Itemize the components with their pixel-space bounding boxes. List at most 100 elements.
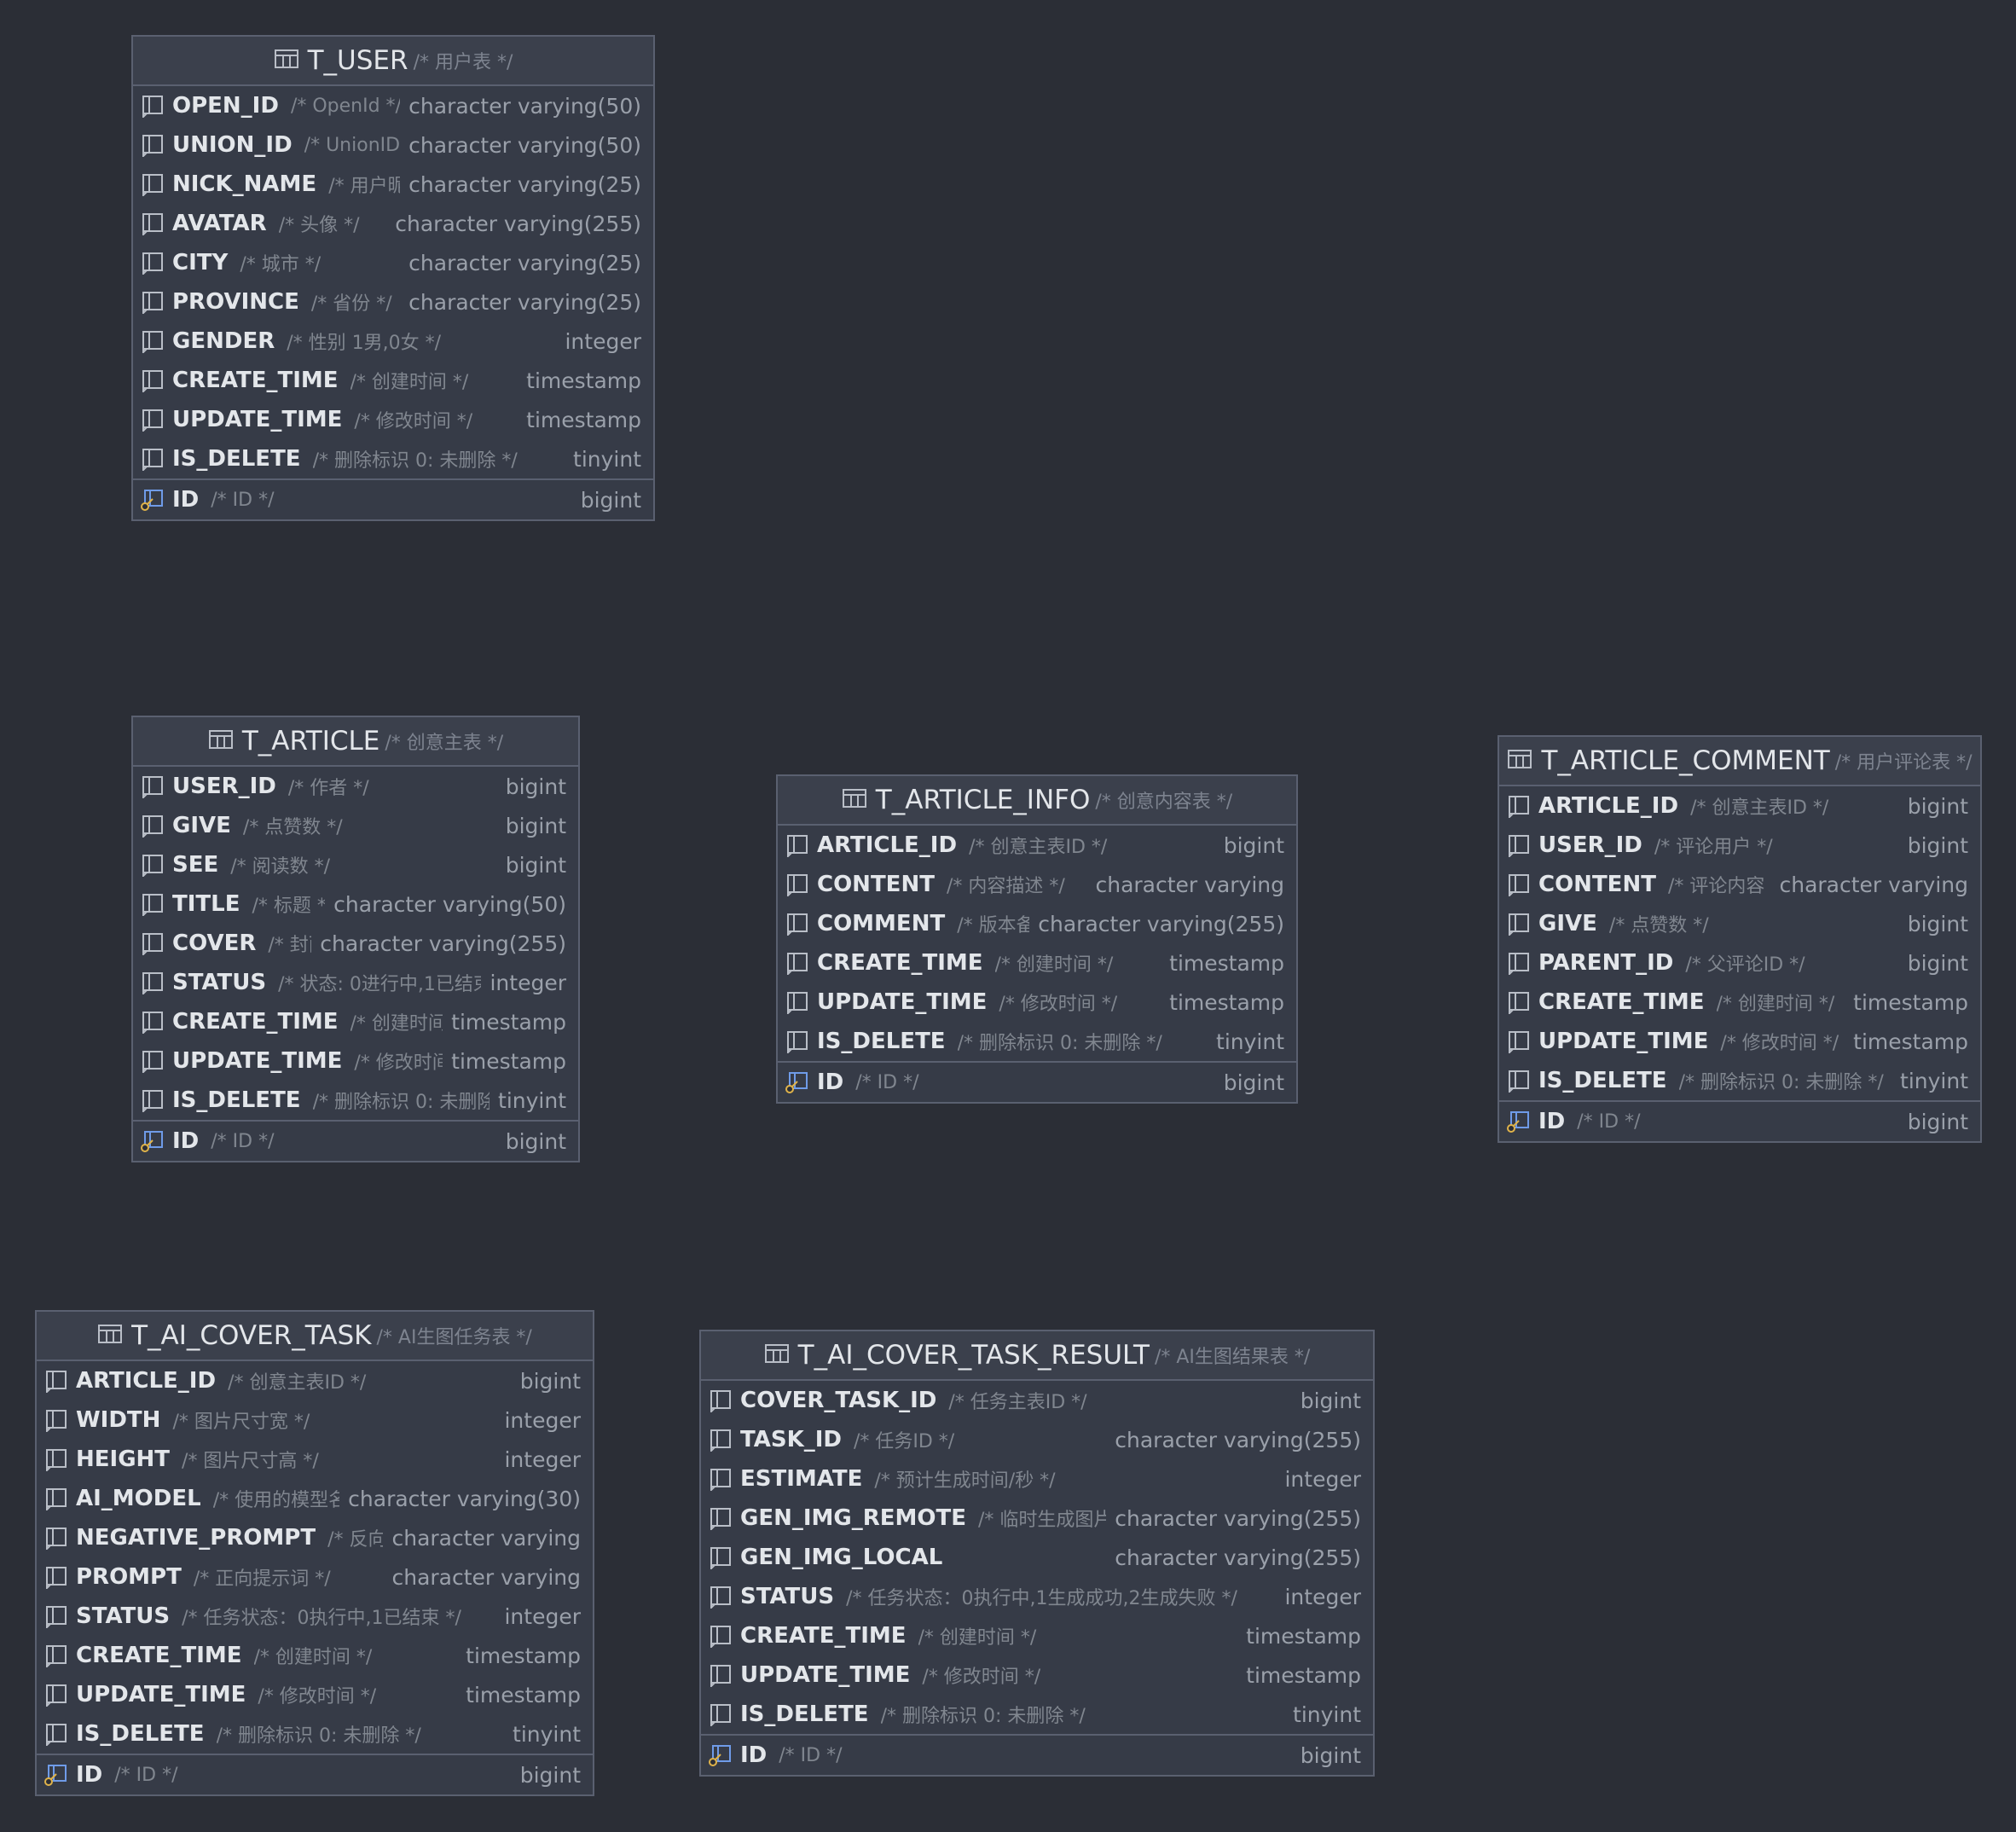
primary-key-icon [140, 1129, 165, 1153]
table-comment: /* 创意内容表 */ [1095, 791, 1233, 813]
table-t-user[interactable]: T_USER/* 用户表 */ OPEN_ID /* OpenId */ charac… [131, 35, 655, 521]
column-row[interactable]: IS_DELETE /* 删除标识 0: 未删除 */ tinyint [133, 439, 653, 478]
column-row[interactable]: UPDATE_TIME /* 修改时间 */ timestamp [133, 1041, 578, 1081]
table-t-article-info[interactable]: T_ARTICLE_INFO/* 创意内容表 */ ARTICLE_ID /* 创意… [776, 774, 1298, 1104]
column-row[interactable]: OPEN_ID /* OpenId */ character varying(50) [133, 86, 653, 125]
column-row[interactable]: STATUS /* 任务状态：0执行中,1已结束 */ integer [37, 1597, 593, 1636]
column-type: bigint [1907, 1109, 1968, 1134]
column-name: CREATE_TIME [172, 1009, 339, 1035]
column-row[interactable]: CONTENT /* 内容描述 */ character varying [778, 865, 1296, 904]
column-type: character varying(255) [395, 211, 641, 236]
table-header[interactable]: T_ARTICLE_INFO/* 创意内容表 */ [778, 776, 1296, 826]
column-icon [1506, 951, 1532, 975]
column-row[interactable]: ARTICLE_ID /* 创意主表ID */ bigint [1499, 786, 1980, 826]
column-row[interactable]: ARTICLE_ID /* 创意主表ID */ bigint [37, 1361, 593, 1400]
column-icon [1506, 912, 1532, 936]
column-name: UPDATE_TIME [76, 1682, 246, 1707]
column-row[interactable]: PROMPT /* 正向提示词 */ character varying [37, 1557, 593, 1597]
column-row[interactable]: GIVE /* 点赞数 */ bigint [1499, 904, 1980, 943]
table-icon [208, 729, 234, 753]
column-type: bigint [1907, 832, 1968, 858]
column-row[interactable]: COVER_TASK_ID /* 任务主表ID */ bigint [701, 1381, 1373, 1420]
column-icon [708, 1545, 733, 1569]
column-row[interactable]: SEE /* 阅读数 */ bigint [133, 845, 578, 884]
table-header[interactable]: T_ARTICLE_COMMENT/* 用户评论表 */ [1499, 737, 1980, 786]
column-row[interactable]: PARENT_ID /* 父评论ID */ bigint [1499, 943, 1980, 983]
column-row[interactable]: STATUS /* 状态: 0进行中,1已结束 */ integer [133, 963, 578, 1002]
column-row[interactable]: GEN_IMG_LOCAL character varying(255) [701, 1538, 1373, 1577]
column-row[interactable]: UPDATE_TIME /* 修改时间 */ timestamp [701, 1655, 1373, 1695]
column-row[interactable]: HEIGHT /* 图片尺寸高 */ integer [37, 1440, 593, 1479]
primary-key-row[interactable]: ID /* ID */ bigint [133, 1120, 578, 1161]
column-row[interactable]: CREATE_TIME /* 创建时间 */ timestamp [133, 361, 653, 400]
table-t-article[interactable]: T_ARTICLE/* 创意主表 */ USER_ID /* 作者 */ bigint… [131, 716, 580, 1162]
column-name: USER_ID [1538, 832, 1642, 858]
column-row[interactable]: AI_MODEL /* 使用的模型名称 */ character varying(3… [37, 1479, 593, 1518]
column-row[interactable]: GIVE /* 点赞数 */ bigint [133, 806, 578, 845]
column-row[interactable]: UPDATE_TIME /* 修改时间 */ timestamp [37, 1675, 593, 1714]
column-row[interactable]: IS_DELETE /* 删除标识 0: 未删除 */ tinyint [1499, 1061, 1980, 1100]
column-row[interactable]: IS_DELETE /* 删除标识 0: 未删除 */ tinyint [701, 1695, 1373, 1734]
primary-key-row[interactable]: ID /* ID */ bigint [1499, 1100, 1980, 1141]
column-row[interactable]: WIDTH /* 图片尺寸宽 */ integer [37, 1400, 593, 1440]
table-t-article-comment[interactable]: T_ARTICLE_COMMENT/* 用户评论表 */ ARTICLE_ID /*… [1498, 735, 1982, 1143]
column-row[interactable]: TASK_ID /* 任务ID */ character varying(255) [701, 1420, 1373, 1459]
primary-key-row[interactable]: ID /* ID */ bigint [133, 478, 653, 519]
column-row[interactable]: ESTIMATE /* 预计生成时间/秒 */ integer [701, 1459, 1373, 1499]
column-name: GIVE [1538, 911, 1597, 936]
column-comment: /* 删除标识 0: 未删除 */ [216, 1725, 421, 1747]
column-name: STATUS [172, 970, 267, 995]
primary-key-row[interactable]: ID /* ID */ bigint [37, 1754, 593, 1794]
column-type: tinyint [513, 1721, 581, 1747]
column-row[interactable]: CREATE_TIME /* 创建时间 */ timestamp [778, 943, 1296, 983]
table-name: T_ARTICLE_COMMENT [1541, 745, 1830, 776]
column-row[interactable]: NEGATIVE_PROMPT /* 反向词 */ character varyin… [37, 1518, 593, 1557]
column-row[interactable]: USER_ID /* 评论用户 */ bigint [1499, 826, 1980, 865]
column-comment: /* 删除标识 0: 未删除 */ [880, 1706, 1086, 1727]
column-row[interactable]: AVATAR /* 头像 */ character varying(255) [133, 204, 653, 243]
column-name: IS_DELETE [76, 1721, 205, 1747]
column-name: UPDATE_TIME [1538, 1029, 1709, 1054]
column-comment: /* 点赞数 */ [1608, 915, 1709, 936]
table-header[interactable]: T_USER/* 用户表 */ [133, 37, 653, 86]
column-row[interactable]: GENDER /* 性别 1男,0女 */ integer [133, 322, 653, 361]
column-row[interactable]: CREATE_TIME /* 创建时间 */ timestamp [1499, 983, 1980, 1022]
column-comment: /* 创建时间 */ [994, 954, 1114, 976]
primary-key-row[interactable]: ID /* ID */ bigint [778, 1061, 1296, 1102]
column-row[interactable]: CONTENT /* 评论内容 */ character varying [1499, 865, 1980, 904]
column-row[interactable]: IS_DELETE /* 删除标识 0: 未删除 */ tinyint [778, 1022, 1296, 1061]
column-icon [785, 833, 810, 857]
column-row[interactable]: ARTICLE_ID /* 创意主表ID */ bigint [778, 826, 1296, 865]
column-row[interactable]: COMMENT /* 版本备注 */ character varying(255) [778, 904, 1296, 943]
column-row[interactable]: UPDATE_TIME /* 修改时间 */ timestamp [1499, 1022, 1980, 1061]
column-row[interactable]: IS_DELETE /* 删除标识 0: 未删除 */ tinyint [133, 1081, 578, 1120]
table-t-ai-cover-task-result[interactable]: T_AI_COVER_TASK_RESULT/* AI生图结果表 */COVER… [699, 1330, 1375, 1777]
column-name: CREATE_TIME [1538, 989, 1705, 1015]
column-row[interactable]: UPDATE_TIME /* 修改时间 */ timestamp [778, 983, 1296, 1022]
column-name: UNION_ID [172, 132, 293, 158]
column-row[interactable]: PROVINCE /* 省份 */ character varying(25) [133, 282, 653, 322]
column-row[interactable]: NICK_NAME /* 用户昵称 */ character varying(25) [133, 165, 653, 204]
column-row[interactable]: CREATE_TIME /* 创建时间 */ timestamp [133, 1002, 578, 1041]
table-header[interactable]: T_AI_COVER_TASK/* AI生图任务表 */ [37, 1312, 593, 1361]
column-row[interactable]: CREATE_TIME /* 创建时间 */ timestamp [701, 1616, 1373, 1655]
column-row[interactable]: TITLE /* 标题 */ character varying(50) [133, 884, 578, 924]
table-header[interactable]: T_AI_COVER_TASK_RESULT/* AI生图结果表 */ [701, 1331, 1373, 1381]
column-name: STATUS [740, 1584, 835, 1609]
column-row[interactable]: CREATE_TIME /* 创建时间 */ timestamp [37, 1636, 593, 1675]
column-row[interactable]: USER_ID /* 作者 */ bigint [133, 767, 578, 806]
column-icon [708, 1428, 733, 1452]
table-t-ai-cover-task[interactable]: T_AI_COVER_TASK/* AI生图任务表 */ ARTICLE_ID /*… [35, 1310, 594, 1796]
column-row[interactable]: UPDATE_TIME /* 修改时间 */ timestamp [133, 400, 653, 439]
primary-key-row[interactable]: ID /* ID */ bigint [701, 1734, 1373, 1775]
column-row[interactable]: UNION_ID /* UnionID */ character varying(5… [133, 125, 653, 165]
column-row[interactable]: IS_DELETE /* 删除标识 0: 未删除 */ tinyint [37, 1714, 593, 1754]
table-comment: /* 用户评论表 */ [1834, 752, 1973, 774]
column-row[interactable]: STATUS /* 任务状态：0执行中,1生成成功,2生成失败 */ integer [701, 1577, 1373, 1616]
column-row[interactable]: GEN_IMG_REMOTE /* 临时生成图片地址 */ character va… [701, 1499, 1373, 1538]
column-row[interactable]: CITY /* 城市 */ character varying(25) [133, 243, 653, 282]
table-header[interactable]: T_ARTICLE/* 创意主表 */ [133, 717, 578, 767]
column-name: GENDER [172, 328, 275, 354]
primary-key-icon [140, 488, 165, 512]
column-row[interactable]: COVER /* 封面 */ character varying(255) [133, 924, 578, 963]
